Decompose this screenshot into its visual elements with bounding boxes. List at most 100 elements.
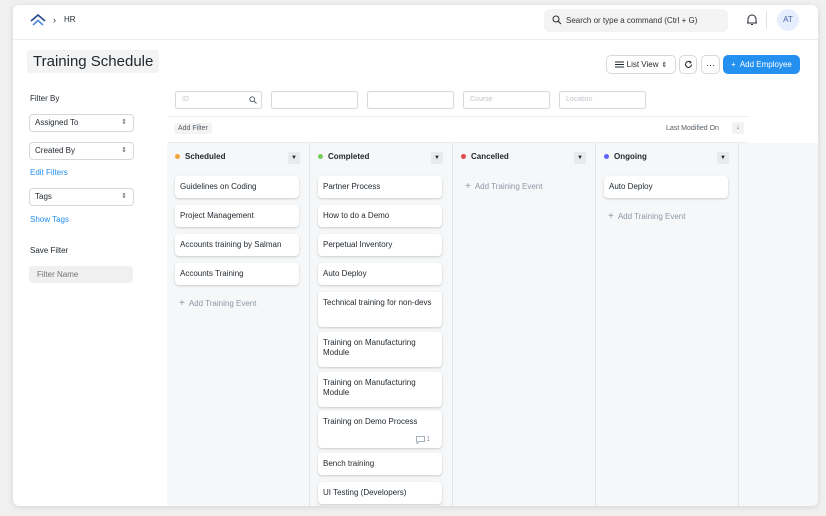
location-filter-input[interactable]: Location bbox=[559, 91, 646, 109]
comment-icon bbox=[416, 436, 425, 444]
kanban-card[interactable]: Auto Deploy bbox=[604, 176, 728, 198]
id-filter-input[interactable]: ID bbox=[175, 91, 262, 109]
kanban-card[interactable]: Auto Deploy bbox=[318, 263, 442, 285]
status-dot bbox=[175, 154, 180, 159]
view-switcher-label: List View bbox=[626, 60, 659, 69]
kanban-column-cancelled: Cancelled ▼ + Add Training Event bbox=[453, 143, 596, 506]
filter-input-3[interactable] bbox=[367, 91, 454, 109]
save-filter-heading: Save Filter bbox=[30, 246, 69, 255]
chevron-down-icon[interactable]: ▼ bbox=[574, 152, 586, 164]
sort-order-icon[interactable]: ↓ bbox=[732, 122, 744, 134]
search-icon bbox=[249, 96, 257, 104]
updown-icon: ⇕ bbox=[121, 119, 127, 126]
search-icon bbox=[552, 15, 562, 25]
kanban-card[interactable]: UI Testing (Developers) bbox=[318, 482, 442, 504]
assigned-to-select[interactable]: Assigned To ⇕ bbox=[29, 114, 134, 132]
tags-select[interactable]: Tags ⇕ bbox=[29, 188, 134, 206]
column-header[interactable]: Scheduled bbox=[175, 152, 225, 161]
kanban-card[interactable]: Partner Process bbox=[318, 176, 442, 198]
card-title: Training on Demo Process bbox=[323, 417, 418, 426]
more-options-button[interactable]: ··· bbox=[701, 55, 720, 74]
refresh-icon bbox=[684, 60, 692, 68]
course-filter-input[interactable]: Course bbox=[463, 91, 550, 109]
location-placeholder: Location bbox=[566, 96, 593, 103]
kanban-column-ongoing: Ongoing ▼ Auto Deploy + Add Training Even… bbox=[596, 143, 739, 506]
assigned-to-label: Assigned To bbox=[35, 118, 79, 127]
page-title: Training Schedule bbox=[27, 50, 160, 73]
add-training-event-button[interactable]: + Add Training Event bbox=[465, 181, 542, 192]
kanban-column-scheduled: Scheduled ▼ Guidelines on Coding Project… bbox=[167, 143, 310, 506]
kanban-card[interactable]: Project Management bbox=[175, 205, 299, 227]
kanban-card[interactable]: Training on Manufacturing Module bbox=[318, 372, 442, 407]
add-employee-button[interactable]: + Add Employee bbox=[723, 55, 800, 74]
filter-bar bbox=[168, 116, 748, 143]
comment-count: 1 bbox=[416, 435, 430, 445]
app-window: › HR Search or type a command (Ctrl + G)… bbox=[13, 5, 818, 506]
bell-icon[interactable] bbox=[746, 13, 758, 26]
add-training-event-button[interactable]: + Add Training Event bbox=[179, 298, 256, 309]
add-training-event-button[interactable]: + Add Training Event bbox=[608, 211, 685, 222]
add-event-label: Add Training Event bbox=[617, 212, 686, 221]
breadcrumb-hr[interactable]: HR bbox=[64, 15, 76, 24]
column-header[interactable]: Completed bbox=[318, 152, 369, 161]
kanban-card[interactable]: Technical training for non-devs bbox=[318, 292, 442, 327]
kanban-card[interactable]: Training on Manufacturing Module bbox=[318, 332, 442, 367]
edit-filters-link[interactable]: Edit Filters bbox=[30, 168, 68, 177]
sort-by-label[interactable]: Last Modified On bbox=[666, 125, 719, 132]
chevron-down-icon[interactable]: ▼ bbox=[717, 152, 729, 164]
status-dot bbox=[318, 154, 323, 159]
updown-icon: ⇕ bbox=[121, 193, 127, 200]
id-placeholder: ID bbox=[182, 96, 189, 103]
app-logo-icon[interactable] bbox=[30, 13, 46, 27]
add-event-label: Add Training Event bbox=[474, 182, 543, 191]
chevron-down-icon[interactable]: ▼ bbox=[431, 152, 443, 164]
navbar: › HR Search or type a command (Ctrl + G)… bbox=[13, 5, 818, 40]
chevron-down-icon[interactable]: ▼ bbox=[288, 152, 300, 164]
user-avatar[interactable]: AT bbox=[777, 9, 799, 31]
filter-input-2[interactable] bbox=[271, 91, 358, 109]
updown-icon: ⇕ bbox=[661, 61, 668, 69]
created-by-label: Created By bbox=[35, 146, 76, 155]
refresh-button[interactable] bbox=[679, 55, 697, 74]
column-title: Scheduled bbox=[185, 152, 226, 161]
plus-icon: + bbox=[465, 181, 471, 192]
kanban-card[interactable]: Bench training bbox=[318, 453, 442, 475]
list-icon bbox=[614, 61, 624, 68]
more-icon: ··· bbox=[706, 59, 715, 70]
search-bar[interactable]: Search or type a command (Ctrl + G) bbox=[544, 9, 728, 32]
plus-icon: + bbox=[731, 60, 736, 69]
chevron-right-icon: › bbox=[53, 15, 56, 25]
kanban-card[interactable]: Accounts training by Salman bbox=[175, 234, 299, 256]
column-title: Ongoing bbox=[614, 152, 647, 161]
kanban-board: Scheduled ▼ Guidelines on Coding Project… bbox=[167, 143, 818, 506]
course-placeholder: Course bbox=[470, 96, 493, 103]
kanban-column-partial bbox=[739, 143, 818, 506]
search-placeholder: Search or type a command (Ctrl + G) bbox=[566, 16, 698, 25]
plus-icon: + bbox=[179, 298, 185, 309]
plus-icon: + bbox=[608, 211, 614, 222]
status-dot bbox=[604, 154, 609, 159]
filter-by-heading: Filter By bbox=[30, 94, 60, 103]
column-title: Completed bbox=[328, 152, 370, 161]
column-header[interactable]: Ongoing bbox=[604, 152, 647, 161]
tags-label: Tags bbox=[35, 192, 52, 201]
kanban-card[interactable]: Accounts Training bbox=[175, 263, 299, 285]
comment-count-value: 1 bbox=[426, 436, 430, 443]
add-filter-button[interactable]: Add Filter bbox=[174, 123, 212, 134]
status-dot bbox=[461, 154, 466, 159]
list-view-button[interactable]: List View ⇕ bbox=[606, 55, 676, 74]
filter-name-input[interactable] bbox=[29, 266, 133, 283]
column-title: Cancelled bbox=[471, 152, 509, 161]
updown-icon: ⇕ bbox=[121, 147, 127, 154]
show-tags-link[interactable]: Show Tags bbox=[30, 215, 69, 224]
add-employee-label: Add Employee bbox=[739, 60, 792, 69]
navbar-divider bbox=[766, 11, 767, 29]
kanban-card[interactable]: How to do a Demo bbox=[318, 205, 442, 227]
created-by-select[interactable]: Created By ⇕ bbox=[29, 142, 134, 160]
column-header[interactable]: Cancelled bbox=[461, 152, 509, 161]
add-event-label: Add Training Event bbox=[188, 299, 257, 308]
kanban-card[interactable]: Training on Demo Process 1 bbox=[318, 411, 442, 448]
kanban-card[interactable]: Guidelines on Coding bbox=[175, 176, 299, 198]
kanban-card[interactable]: Perpetual Inventory bbox=[318, 234, 442, 256]
kanban-column-completed: Completed ▼ Partner Process How to do a … bbox=[310, 143, 453, 506]
